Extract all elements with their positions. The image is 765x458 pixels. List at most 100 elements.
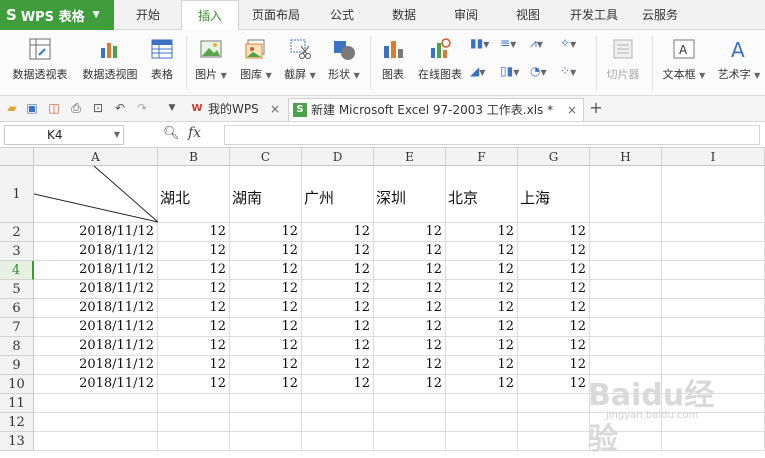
row-header-12[interactable]: 12 [0,413,34,432]
chart-button[interactable]: 图表 [376,34,410,92]
cell-b4[interactable]: 12 [158,261,230,280]
tab-formulas[interactable]: 公式 [318,0,366,30]
cell-f4[interactable]: 12 [446,261,518,280]
cell-i4[interactable] [662,261,765,280]
row-header-10[interactable]: 10 [0,375,34,394]
cell-e10[interactable]: 12 [374,375,446,394]
column-header-i[interactable]: I [662,148,765,166]
row-header-9[interactable]: 9 [0,356,34,375]
cell-a3[interactable]: 2018/11/12 [34,242,158,261]
cell-d5[interactable]: 12 [302,280,374,299]
cell-c5[interactable]: 12 [230,280,302,299]
cell-b1[interactable]: 湖北 [158,166,230,223]
cell-i5[interactable] [662,280,765,299]
formula-input[interactable] [224,125,760,145]
chevron-down-icon[interactable]: ▼ [164,100,180,116]
new-tab-plus-icon[interactable]: + [588,100,604,116]
save-icon[interactable]: ▣ [24,100,40,116]
tab-home[interactable]: 开始 [122,0,174,30]
shape-button[interactable]: 形状 ▼ [324,34,364,92]
line-chart-dropdown[interactable]: ⩘▼ [530,36,560,54]
cell-g13[interactable] [518,432,590,451]
cell-f13[interactable] [446,432,518,451]
column-header-e[interactable]: E [374,148,446,166]
cell-d4[interactable]: 12 [302,261,374,280]
cell-g10[interactable]: 12 [518,375,590,394]
cell-a7[interactable]: 2018/11/12 [34,318,158,337]
cell-h6[interactable] [590,299,662,318]
cell-b6[interactable]: 12 [158,299,230,318]
cell-b10[interactable]: 12 [158,375,230,394]
cell-d6[interactable]: 12 [302,299,374,318]
cell-b9[interactable]: 12 [158,356,230,375]
cell-f9[interactable]: 12 [446,356,518,375]
scatter-chart-dropdown[interactable]: ⁘▼ [560,64,590,82]
row-header-11[interactable]: 11 [0,394,34,413]
column-header-c[interactable]: C [230,148,302,166]
app-menu-button[interactable]: S WPS 表格 ▼ [0,0,114,30]
cell-d11[interactable] [302,394,374,413]
gallery-button[interactable]: 图库 ▼ [236,34,276,92]
cell-c10[interactable]: 12 [230,375,302,394]
cell-a13[interactable] [34,432,158,451]
screenshot-button[interactable]: 截屏 ▼ [280,34,320,92]
pie-chart-dropdown[interactable]: ◔▼ [530,64,560,82]
cell-f7[interactable]: 12 [446,318,518,337]
cell-d8[interactable]: 12 [302,337,374,356]
cell-a8[interactable]: 2018/11/12 [34,337,158,356]
cell-f10[interactable]: 12 [446,375,518,394]
cell-c8[interactable]: 12 [230,337,302,356]
cell-c2[interactable]: 12 [230,223,302,242]
cell-g3[interactable]: 12 [518,242,590,261]
row-header-2[interactable]: 2 [0,223,34,242]
cell-f3[interactable]: 12 [446,242,518,261]
row-header-8[interactable]: 8 [0,337,34,356]
cell-f1[interactable]: 北京 [446,166,518,223]
cell-c7[interactable]: 12 [230,318,302,337]
undo-icon[interactable]: ↶ [112,100,128,116]
cell-f5[interactable]: 12 [446,280,518,299]
cell-g9[interactable]: 12 [518,356,590,375]
cell-h3[interactable] [590,242,662,261]
column-header-f[interactable]: F [446,148,518,166]
cell-d2[interactable]: 12 [302,223,374,242]
cell-g1[interactable]: 上海 [518,166,590,223]
print-icon[interactable]: ⎙ [68,100,84,116]
row-header-4[interactable]: 4 [0,261,34,280]
cell-b7[interactable]: 12 [158,318,230,337]
cell-g2[interactable]: 12 [518,223,590,242]
cell-i8[interactable] [662,337,765,356]
cell-i13[interactable] [662,432,765,451]
column-header-g[interactable]: G [518,148,590,166]
bar-chart-dropdown[interactable]: ≡▼ [500,36,530,54]
cell-h4[interactable] [590,261,662,280]
cell-e3[interactable]: 12 [374,242,446,261]
cell-b12[interactable] [158,413,230,432]
cell-b13[interactable] [158,432,230,451]
column-header-b[interactable]: B [158,148,230,166]
cell-h1[interactable] [590,166,662,223]
table-button[interactable]: 表格 [146,34,178,92]
cell-h7[interactable] [590,318,662,337]
cell-a4[interactable]: 2018/11/12 [34,261,158,280]
open-folder-icon[interactable]: ▰ [4,100,20,116]
cell-e13[interactable] [374,432,446,451]
cell-a9[interactable]: 2018/11/12 [34,356,158,375]
cell-c12[interactable] [230,413,302,432]
doc-tab-my-wps[interactable]: W 我的WPS × [186,98,286,121]
cell-f2[interactable]: 12 [446,223,518,242]
cell-a2[interactable]: 2018/11/12 [34,223,158,242]
cell-h8[interactable] [590,337,662,356]
select-all-corner[interactable] [0,148,34,166]
insert-function-button[interactable]: fx [188,125,201,141]
cell-d7[interactable]: 12 [302,318,374,337]
doc-tab-workbook[interactable]: S 新建 Microsoft Excel 97-2003 工作表.xls * × [288,98,584,121]
cell-c3[interactable]: 12 [230,242,302,261]
area-chart-dropdown[interactable]: ◢▼ [470,64,500,82]
cell-d13[interactable] [302,432,374,451]
export-pdf-icon[interactable]: ◫ [46,100,62,116]
cell-h2[interactable] [590,223,662,242]
tab-data[interactable]: 数据 [380,0,428,30]
tab-page-layout[interactable]: 页面布局 [245,0,307,30]
cell-c1[interactable]: 湖南 [230,166,302,223]
